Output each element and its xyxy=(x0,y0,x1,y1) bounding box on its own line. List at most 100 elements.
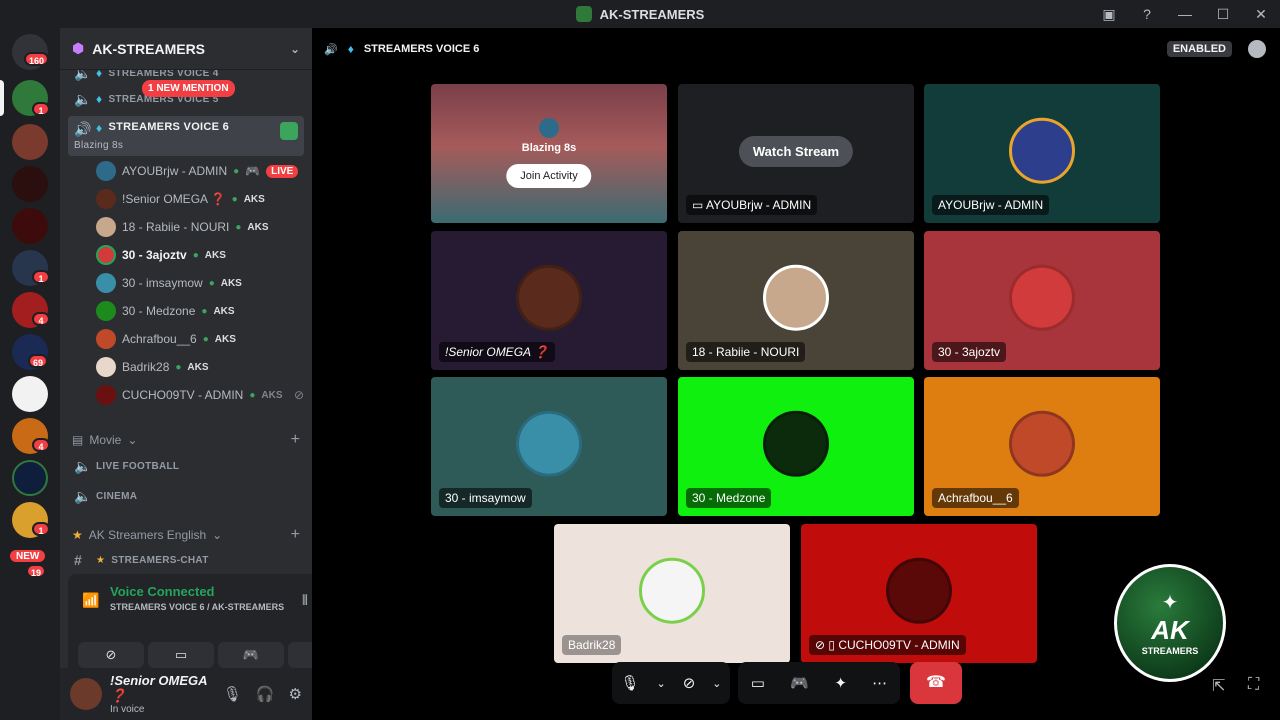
gem-icon: ♦ xyxy=(347,42,354,56)
voice-status: Voice Connected xyxy=(110,584,215,599)
tile-label: 30 - Medzone xyxy=(686,488,772,508)
active-voice-channel[interactable]: 🔊 ♦ STREAMERS VOICE 6 Blazing 8s xyxy=(68,116,304,156)
participant-tile[interactable]: 30 - Medzone xyxy=(678,377,914,516)
channel-list: 🔈 ♦ STREAMERS VOICE 4 🔈 ♦ STREAMERS VOICE … xyxy=(60,70,312,600)
tile-label: !Senior OMEGA ❓ xyxy=(439,342,555,362)
category-english[interactable]: ★ AK Streamers English ⌄ + xyxy=(72,525,300,545)
voice-member[interactable]: Badrik28 ● AKS xyxy=(96,354,304,380)
tile-label-text: AYOUBrjw - ADMIN xyxy=(706,198,812,212)
fullscreen-icon[interactable]: ⛶ xyxy=(1248,676,1259,694)
microphone-icon[interactable]: 🎙 xyxy=(620,674,639,692)
speaker-icon: 🔊 xyxy=(324,43,338,56)
stream-tile[interactable]: Watch Stream ▭ AYOUBrjw - ADMIN xyxy=(678,84,914,223)
voice-member[interactable]: !Senior OMEGA ❓ ● AKS xyxy=(96,186,304,212)
voice-member[interactable]: AYOUBrjw - ADMIN ● 🎮 LIVE xyxy=(96,158,304,184)
voice-member[interactable]: 30 - imsaymow ● AKS xyxy=(96,270,304,296)
avatar xyxy=(763,410,829,477)
chat-icon[interactable] xyxy=(1248,40,1266,58)
voice-member[interactable]: 30 - Medzone ● AKS xyxy=(96,298,304,324)
member-tag: AKS xyxy=(213,305,235,317)
inbox-icon[interactable]: ▣ xyxy=(1098,6,1120,23)
avatar xyxy=(96,385,116,405)
avatar xyxy=(96,189,116,209)
participant-tile[interactable]: !Senior OMEGA ❓ xyxy=(431,231,667,370)
chevron-down-icon[interactable]: ⌄ xyxy=(712,677,721,690)
chevron-down-icon: ⌄ xyxy=(212,528,223,542)
member-tag: AKS xyxy=(220,277,242,289)
category-movie[interactable]: ▤ Movie ⌄ + xyxy=(72,430,300,450)
help-icon[interactable]: ? xyxy=(1136,6,1158,22)
participant-tile[interactable]: 30 - 3ajoztv xyxy=(924,231,1160,370)
participant-tile[interactable]: AYOUBrjw - ADMIN xyxy=(924,84,1160,223)
add-channel-button[interactable]: + xyxy=(291,431,300,449)
participant-tile[interactable]: Badrik28 xyxy=(554,524,790,663)
server-badge: 1 xyxy=(32,522,50,536)
share-screen-button[interactable]: ▭ xyxy=(148,642,214,668)
new-mention-badge[interactable]: 1 NEW MENTION xyxy=(142,80,235,97)
chevron-down-icon: ⌄ xyxy=(127,433,138,447)
participant-tile[interactable]: ⊘ ▯ CUCHO09TV - ADMIN xyxy=(801,524,1037,663)
participant-tile[interactable]: 18 - Rabiie - NOURI xyxy=(678,231,914,370)
signal-icon[interactable]: 📶 xyxy=(82,592,99,609)
voice-member[interactable]: 30 - 3ajoztv ● AKS xyxy=(96,242,304,268)
close-button[interactable]: ✕ xyxy=(1250,6,1272,23)
voice-channel[interactable]: 🔈 LIVE FOOTBALL xyxy=(68,453,304,479)
share-screen-icon[interactable]: ▭ xyxy=(751,674,765,692)
server-icon[interactable] xyxy=(12,460,48,496)
voice-channel-path[interactable]: STREAMERS VOICE 6 / AK-STREAMERS xyxy=(110,602,284,612)
gear-icon[interactable]: ⚙ xyxy=(289,685,302,703)
server-icon[interactable] xyxy=(12,376,48,412)
noise-suppression-icon[interactable]: ⫴ xyxy=(302,592,308,609)
headphones-icon[interactable]: 🎧 xyxy=(256,685,275,703)
server-badge: 1 xyxy=(32,270,50,284)
toggle-camera-button[interactable]: ⊘ xyxy=(78,642,144,668)
avatar xyxy=(886,557,952,624)
new-servers-badge[interactable]: NEW xyxy=(8,548,48,564)
member-name: 30 - 3ajoztv xyxy=(122,248,187,262)
disconnect-button[interactable]: ☎ xyxy=(910,662,962,704)
server-icon[interactable] xyxy=(12,166,48,202)
voice-member[interactable]: CUCHO09TV - ADMIN ● AKS ⊘ xyxy=(96,382,304,408)
tile-label: ▭ AYOUBrjw - ADMIN xyxy=(686,195,818,215)
channel-name: STREAMERS VOICE 6 xyxy=(108,121,230,133)
minimize-button[interactable]: — xyxy=(1174,6,1196,22)
microphone-icon[interactable]: 🎙 xyxy=(223,685,242,703)
member-tag: AKS xyxy=(204,249,226,261)
speaker-icon: 🔈 xyxy=(74,70,92,81)
tile-label: 30 - imsaymow xyxy=(439,488,532,508)
server-icon[interactable] xyxy=(12,124,48,160)
enabled-badge[interactable]: ENABLED xyxy=(1166,41,1232,57)
text-channel[interactable]: # ★ STREAMERS-CHAT xyxy=(68,547,304,573)
participant-tile[interactable]: Achrafbou__6 xyxy=(924,377,1160,516)
soundboard-icon[interactable]: ✦ xyxy=(834,674,847,692)
voice-channel[interactable]: 🔈 CINEMA xyxy=(68,483,304,509)
chevron-down-icon[interactable]: ⌄ xyxy=(657,677,666,690)
logo-streamers: STREAMERS xyxy=(1141,646,1199,656)
maximize-button[interactable]: ☐ xyxy=(1212,6,1234,23)
server-name: AK-STREAMERS xyxy=(92,40,206,57)
home-badge: 160 xyxy=(24,52,50,66)
leaf-icon: ● xyxy=(201,305,208,317)
popout-icon[interactable]: ⇱ xyxy=(1212,676,1225,696)
hash-icon: # xyxy=(74,552,83,568)
add-channel-button[interactable]: + xyxy=(291,526,300,544)
start-activity-button[interactable]: 🎮 xyxy=(218,642,284,668)
more-options-icon[interactable]: ⋯ xyxy=(872,674,887,692)
server-icon[interactable] xyxy=(12,208,48,244)
leaf-icon: ● xyxy=(235,221,242,233)
title-bar: AK-STREAMERS ▣ ? — ☐ ✕ xyxy=(0,0,1280,28)
activity-tile[interactable]: Blazing 8s Join Activity xyxy=(431,84,667,223)
avatar[interactable] xyxy=(70,678,102,710)
watch-stream-button[interactable]: Watch Stream xyxy=(738,136,854,167)
channel-activity: Blazing 8s xyxy=(74,140,124,151)
camera-off-icon[interactable]: ⊘ xyxy=(683,674,696,692)
server-badge: 69 xyxy=(28,354,49,368)
participant-tile[interactable]: 30 - imsaymow xyxy=(431,377,667,516)
voice-member[interactable]: Achrafbou__6 ● AKS xyxy=(96,326,304,352)
server-header[interactable]: ⬢ AK-STREAMERS ⌄ xyxy=(60,28,312,70)
controller-icon[interactable]: 🎮 xyxy=(790,674,809,692)
mic-camera-controls: 🎙 ⌄ ⊘ ⌄ xyxy=(612,662,730,704)
leaf-icon: ● xyxy=(192,249,199,261)
join-activity-button[interactable]: Join Activity xyxy=(506,164,592,188)
voice-member[interactable]: 18 - Rabiie - NOURI ● AKS xyxy=(96,214,304,240)
